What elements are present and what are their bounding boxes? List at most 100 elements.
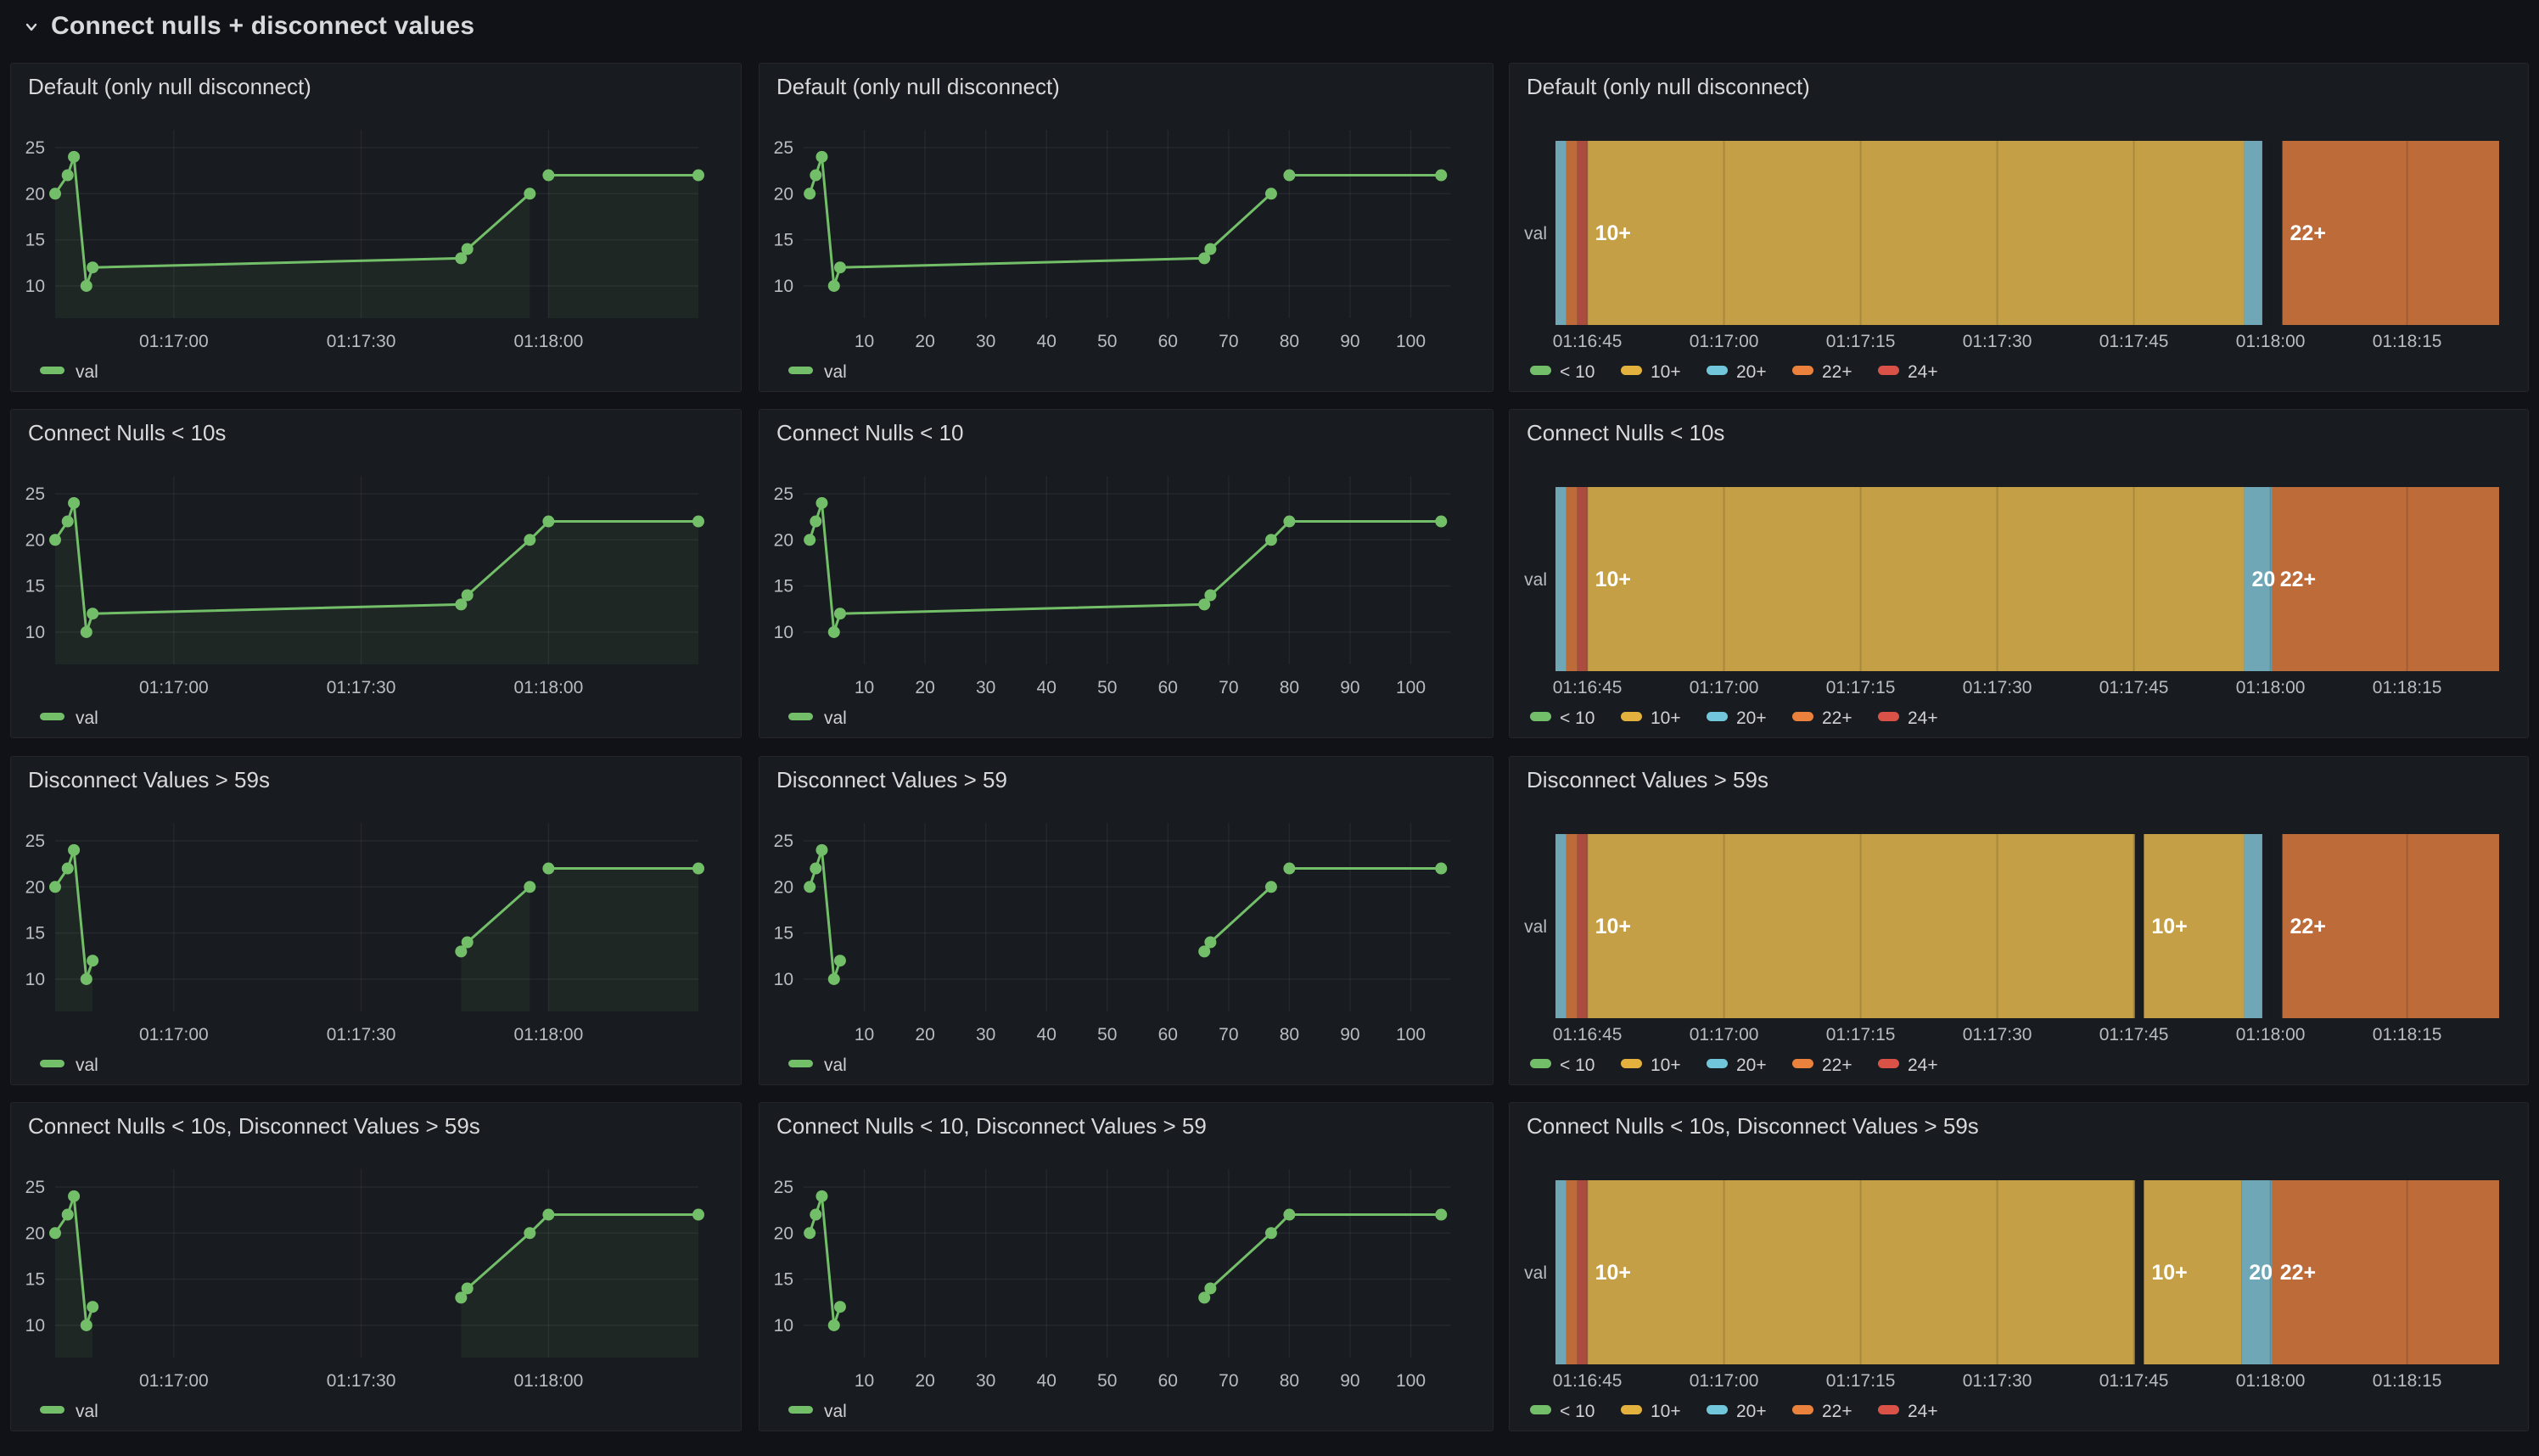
series-legend-item[interactable]: val [788,362,847,382]
data-point[interactable] [1204,243,1216,255]
data-point[interactable] [1283,863,1295,875]
data-point[interactable] [804,881,816,893]
timeseries-chart[interactable]: 25201510102030405060708090100val [759,64,1493,391]
timeseries-chart[interactable]: 25201510102030405060708090100val [759,410,1493,737]
data-point[interactable] [816,151,827,163]
data-point[interactable] [62,1209,74,1221]
data-point[interactable] [1435,1209,1447,1221]
data-point[interactable] [1265,1227,1277,1239]
data-point[interactable] [62,863,74,875]
timeline-segment-10plus[interactable] [1588,141,2245,325]
timeline-legend-item[interactable]: 10+ [1621,708,1681,728]
data-point[interactable] [524,534,535,546]
state-timeline-chart[interactable]: 10+22+val01:16:4501:17:0001:17:1501:17:3… [1510,64,2528,391]
data-point[interactable] [804,534,816,546]
data-point[interactable] [68,497,80,509]
timeline-segment-24plus[interactable] [1578,141,1588,325]
timeline-segment-24plus[interactable] [1578,487,1588,671]
data-point[interactable] [1204,1282,1216,1294]
data-point[interactable] [810,170,821,182]
data-point[interactable] [834,1301,846,1313]
data-point[interactable] [542,863,554,875]
data-point[interactable] [62,170,74,182]
data-point[interactable] [462,589,474,601]
timeline-segment-22plus[interactable] [1567,141,1578,325]
data-point[interactable] [462,1282,474,1294]
timeline-segment-24plus[interactable] [1578,834,1588,1018]
data-point[interactable] [87,261,98,273]
data-point[interactable] [524,881,535,893]
data-point[interactable] [462,936,474,948]
series-legend-item[interactable]: val [40,1402,98,1421]
timeline-legend-item[interactable]: 22+ [1792,1056,1852,1075]
row-collapse-toggle[interactable]: Connect nulls + disconnect values [0,12,474,41]
timeline-legend-item[interactable]: < 10 [1530,708,1595,728]
data-point[interactable] [816,844,827,856]
data-point[interactable] [87,955,98,966]
series-legend-item[interactable]: val [788,1402,847,1421]
data-point[interactable] [828,973,840,985]
timeseries-chart[interactable]: 2520151001:17:0001:17:3001:18:00val [11,1103,741,1431]
data-point[interactable] [834,261,846,273]
timeline-segment-22plus[interactable] [1567,1180,1578,1364]
timeseries-chart[interactable]: 25201510102030405060708090100val [759,1103,1493,1431]
timeline-legend-item[interactable]: 20+ [1707,1402,1767,1421]
data-point[interactable] [62,516,74,528]
data-point[interactable] [804,188,816,199]
timeline-legend-item[interactable]: 24+ [1878,708,1938,728]
data-point[interactable] [828,280,840,292]
data-point[interactable] [810,516,821,528]
data-point[interactable] [81,1319,92,1331]
data-point[interactable] [834,955,846,966]
data-point[interactable] [68,151,80,163]
data-point[interactable] [49,1227,61,1239]
timeline-segment-22plus[interactable] [1567,487,1578,671]
data-point[interactable] [524,1227,535,1239]
data-point[interactable] [828,1319,840,1331]
data-point[interactable] [1435,516,1447,528]
data-point[interactable] [1283,1209,1295,1221]
data-point[interactable] [524,188,535,199]
timeline-segment-20plus[interactable] [1555,141,1567,325]
state-timeline-chart[interactable]: 10+10+2022+val01:16:4501:17:0001:17:1501… [1510,1103,2528,1431]
data-point[interactable] [804,1227,816,1239]
timeline-legend-item[interactable]: 20+ [1707,1056,1767,1075]
timeline-segment-20plus[interactable] [1555,1180,1567,1364]
data-point[interactable] [542,170,554,182]
timeline-segment-22plus[interactable] [1567,834,1578,1018]
timeseries-chart[interactable]: 25201510102030405060708090100val [759,757,1493,1084]
data-point[interactable] [81,973,92,985]
timeline-legend-item[interactable]: < 10 [1530,1402,1595,1421]
data-point[interactable] [692,1209,704,1221]
data-point[interactable] [49,534,61,546]
timeline-segment-20plus[interactable] [2244,834,2262,1018]
data-point[interactable] [834,608,846,619]
data-point[interactable] [542,516,554,528]
data-point[interactable] [1265,534,1277,546]
data-point[interactable] [68,1190,80,1202]
timeseries-chart[interactable]: 2520151001:17:0001:17:3001:18:00val [11,64,741,391]
timeline-legend-item[interactable]: 20+ [1707,362,1767,382]
timeline-legend-item[interactable]: 24+ [1878,1402,1938,1421]
data-point[interactable] [810,1209,821,1221]
data-point[interactable] [87,608,98,619]
timeline-legend-item[interactable]: 22+ [1792,708,1852,728]
series-legend-item[interactable]: val [40,1056,98,1075]
series-legend-item[interactable]: val [40,362,98,382]
timeline-legend-item[interactable]: 22+ [1792,362,1852,382]
data-point[interactable] [692,170,704,182]
timeline-legend-item[interactable]: 10+ [1621,1402,1681,1421]
timeline-segment-20plus[interactable] [1555,834,1567,1018]
timeline-segment-20plus[interactable] [1555,487,1567,671]
data-point[interactable] [816,1190,827,1202]
data-point[interactable] [692,516,704,528]
data-point[interactable] [462,243,474,255]
timeline-legend-item[interactable]: < 10 [1530,362,1595,382]
timeseries-chart[interactable]: 2520151001:17:0001:17:3001:18:00val [11,410,741,737]
timeline-segment-24plus[interactable] [1578,1180,1588,1364]
data-point[interactable] [81,280,92,292]
timeline-legend-item[interactable]: 20+ [1707,708,1767,728]
data-point[interactable] [1435,863,1447,875]
data-point[interactable] [1435,170,1447,182]
data-point[interactable] [1283,516,1295,528]
